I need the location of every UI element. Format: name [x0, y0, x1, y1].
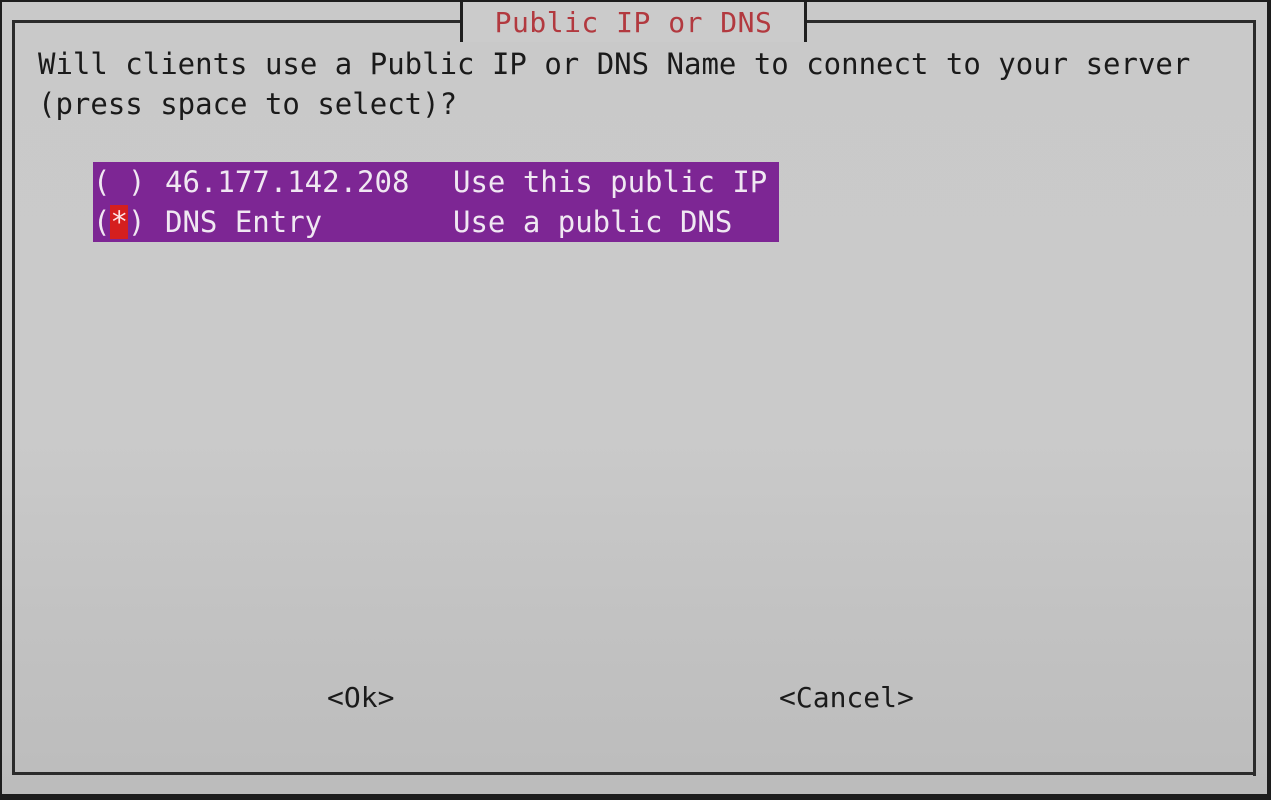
dialog-frame-bottom	[12, 772, 1256, 775]
ok-button[interactable]: <Ok>	[327, 678, 394, 718]
radio-button[interactable]: (*)	[93, 205, 165, 239]
cancel-button[interactable]: <Cancel>	[779, 678, 914, 718]
radio-option-dns-entry[interactable]: (*) DNS Entry Use a public DNS	[93, 202, 779, 242]
whiptail-dialog: Public IP or DNS Will clients use a Publ…	[2, 2, 1267, 794]
terminal-screen: Public IP or DNS Will clients use a Publ…	[0, 0, 1271, 800]
dialog-frame-left	[12, 20, 15, 772]
dialog-title: Public IP or DNS	[460, 2, 807, 42]
option-value: DNS Entry	[165, 205, 323, 239]
prompt-line-1: Will clients use a Public IP or DNS Name…	[38, 47, 1191, 81]
radio-mark	[110, 165, 127, 199]
radio-list: ( ) 46.177.142.208 Use this public IP (*) D…	[93, 162, 779, 242]
dialog-frame-right	[1253, 20, 1256, 776]
prompt-line-2: (press space to select)?	[38, 87, 458, 121]
radio-button[interactable]: ( )	[93, 165, 165, 199]
option-description: Use this public IP	[453, 165, 768, 199]
option-value: 46.177.142.208	[165, 165, 410, 199]
radio-option-public-ip[interactable]: ( ) 46.177.142.208 Use this public IP	[93, 162, 779, 202]
radio-mark-selected: *	[110, 205, 128, 239]
dialog-prompt: Will clients use a Public IP or DNS Name…	[38, 44, 1190, 124]
option-description: Use a public DNS	[453, 205, 733, 239]
